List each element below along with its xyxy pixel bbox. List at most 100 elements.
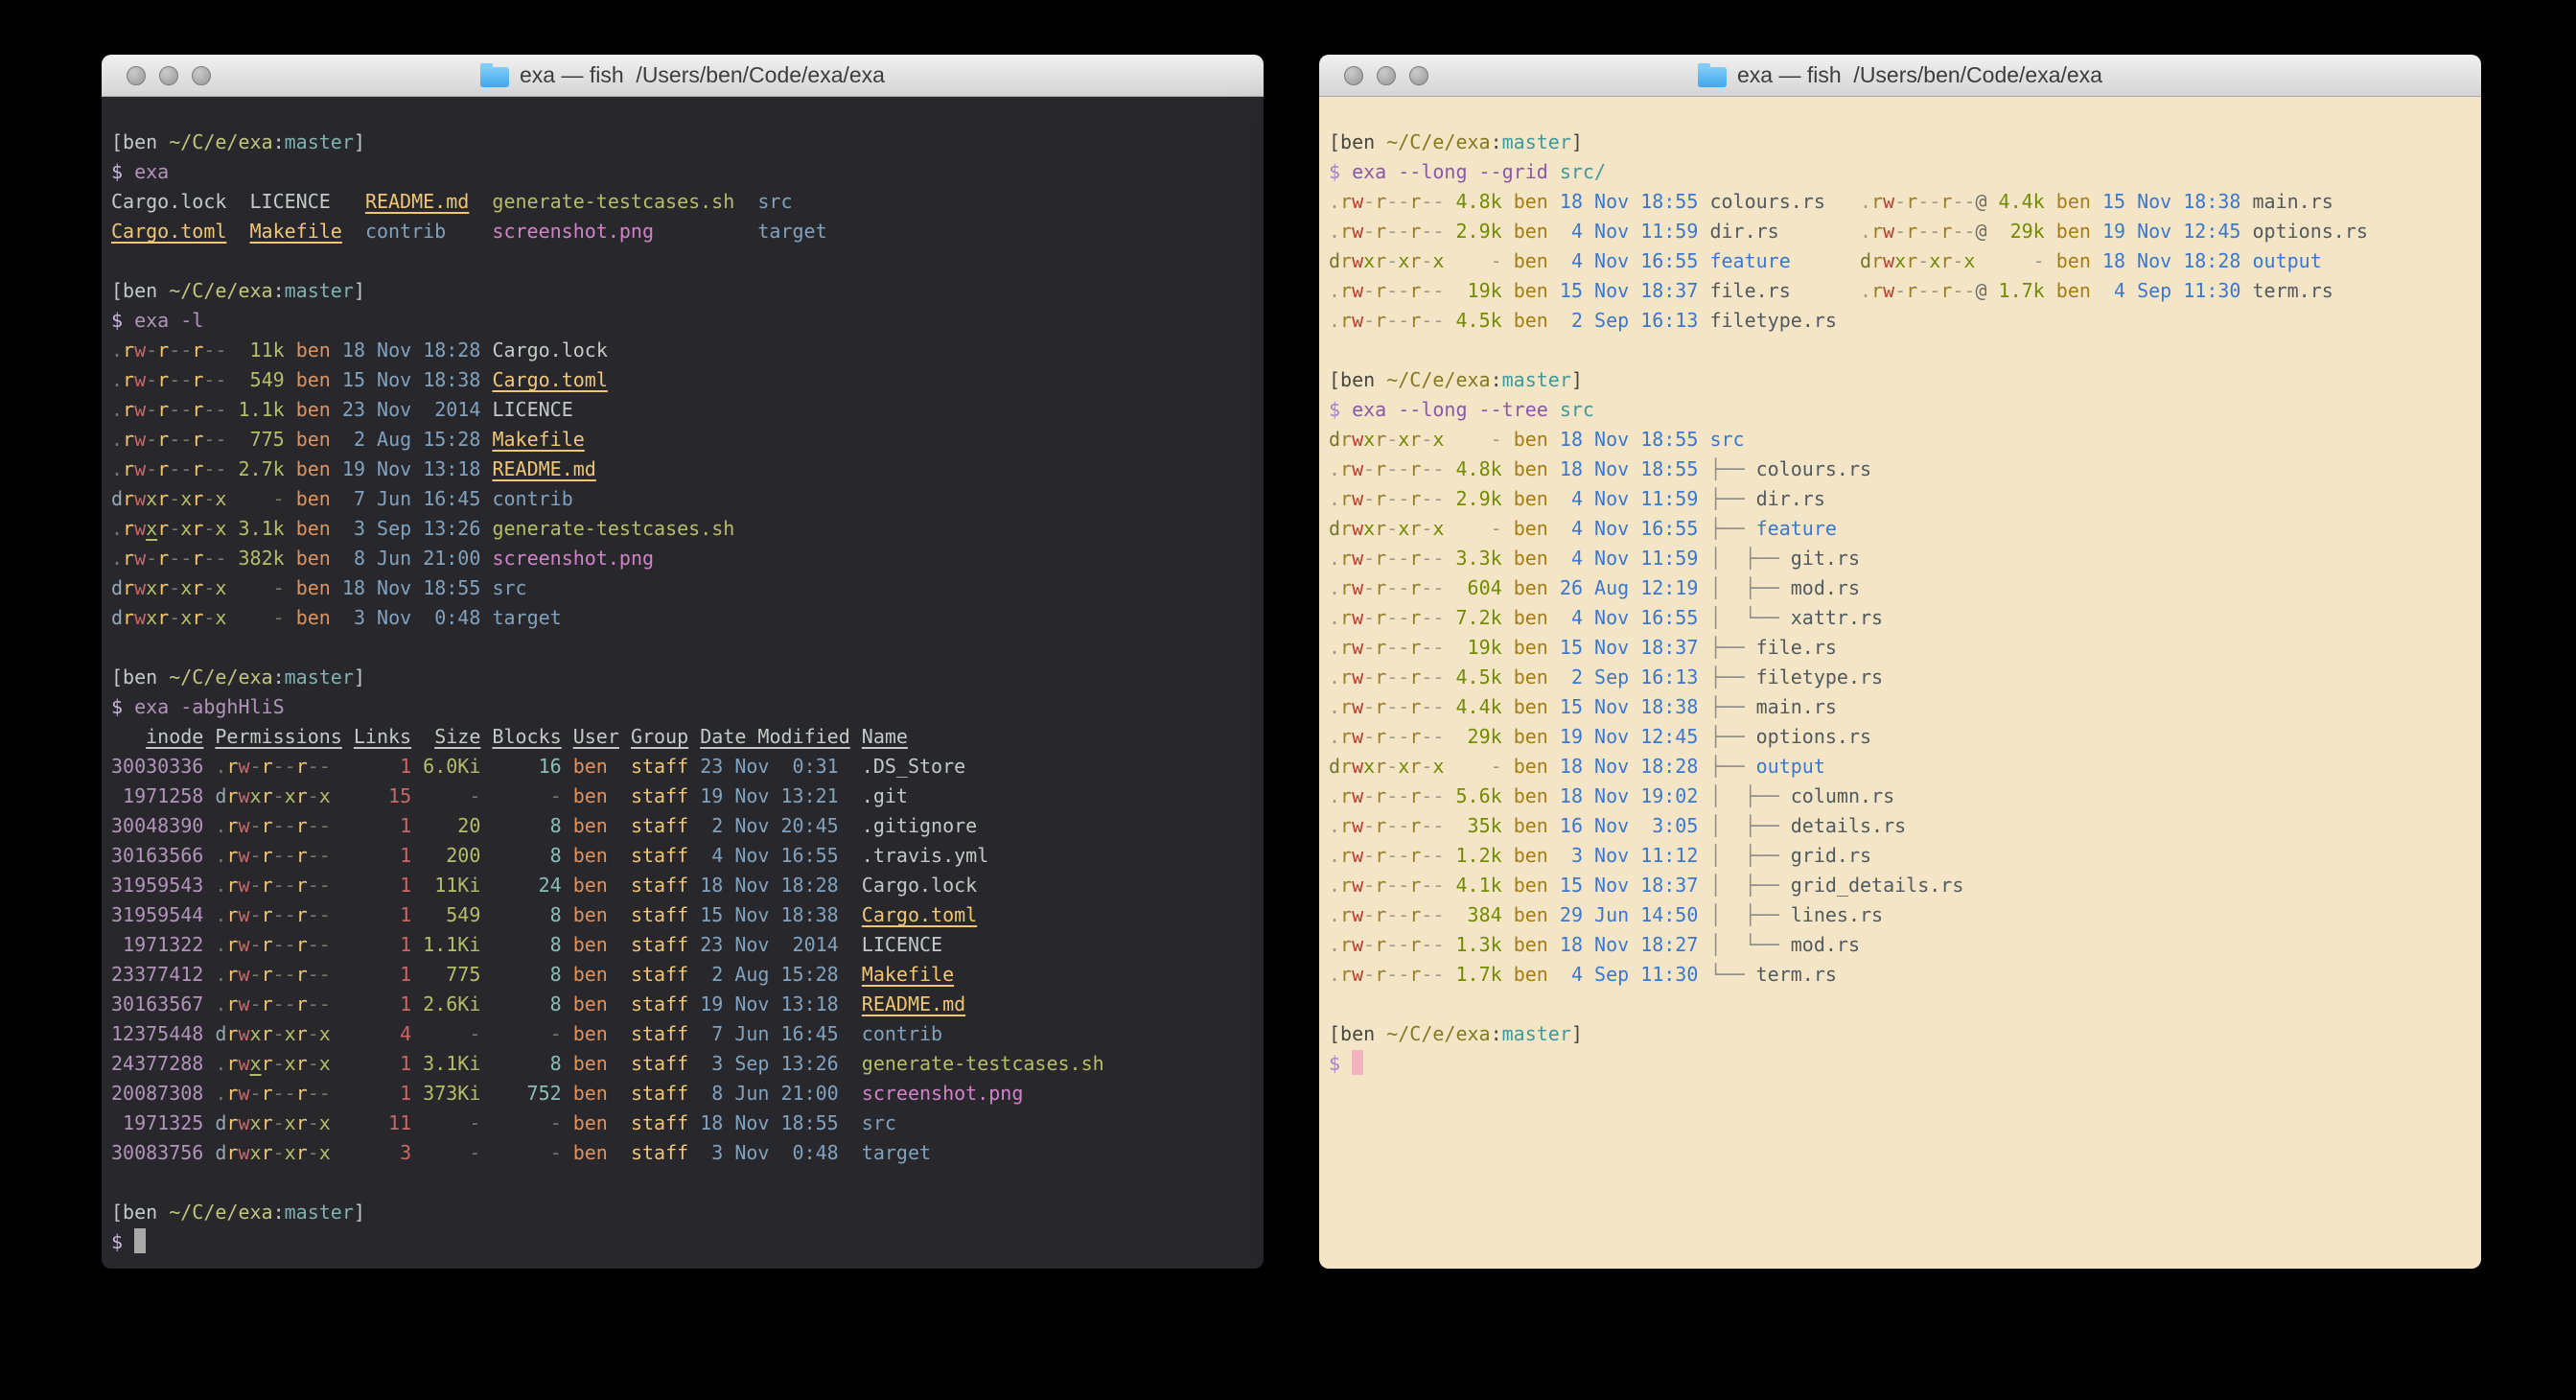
text-segment: -- — [308, 903, 331, 926]
text-segment: ben — [1502, 874, 1548, 897]
terminal-cursor — [134, 1228, 146, 1253]
text-segment: r — [1340, 576, 1352, 599]
text-segment: 1 — [331, 755, 411, 778]
text-segment: -- — [308, 814, 331, 837]
text-segment: ben — [1502, 903, 1548, 926]
text-segment: .gitignore — [839, 814, 978, 837]
text-segment: . — [1329, 636, 1340, 659]
text-segment: file.rs — [1709, 279, 1790, 302]
text-segment: r — [262, 1022, 273, 1045]
text-segment: r — [192, 368, 203, 391]
text-segment: 19 Nov 12:45 — [1548, 725, 1699, 748]
text-segment: 15 Nov 18:38 — [331, 368, 481, 391]
text-segment: w — [238, 1022, 249, 1045]
text-segment — [839, 1141, 862, 1164]
terminal-output[interactable]: [ben ~/C/e/exa:master]$ exa --long --gri… — [1319, 97, 2481, 1269]
text-segment: -- — [169, 398, 192, 421]
text-segment: ] — [354, 665, 365, 688]
text-segment: 26 Aug 12:19 — [1548, 576, 1699, 599]
terminal-line: .rw-r--r-- 1.1k ben 23 Nov 2014 LICENCE — [111, 395, 1254, 425]
text-segment: │ └── — [1709, 606, 1790, 629]
terminal-line: 24377288 .rwxr-xr-x 1 3.1Ki 8 ben staff … — [111, 1049, 1254, 1079]
terminal-line: .rw-r--r-- 19k ben 15 Nov 18:37 file.rs … — [1329, 276, 2472, 306]
text-segment: 1 — [331, 903, 411, 926]
text-segment: : — [273, 1201, 285, 1224]
text-segment: src — [1709, 428, 1744, 451]
text-segment: - — [146, 547, 157, 570]
text-segment: r — [296, 992, 308, 1015]
zoom-button[interactable] — [192, 66, 211, 85]
terminal-line: .rw-r--r-- 35k ben 16 Nov 3:05 │ ├── det… — [1329, 811, 2472, 841]
terminal-line — [111, 633, 1254, 663]
text-segment: Date Modified — [700, 725, 850, 748]
text-segment: w — [1352, 487, 1363, 510]
text-segment: generate-testcases.sh — [862, 1052, 1104, 1075]
text-segment: ben — [285, 606, 331, 629]
text-segment — [839, 1052, 862, 1075]
terminal-line: .rw-r--r-- 4.5k ben 2 Sep 16:13 filetype… — [1329, 306, 2472, 336]
text-segment: Group — [631, 725, 688, 748]
text-segment: target — [492, 606, 561, 629]
text-segment — [839, 963, 862, 986]
minimize-button[interactable] — [1377, 66, 1396, 85]
text-segment: r — [192, 428, 203, 451]
text-segment: [ben — [111, 130, 169, 153]
text-segment: options.rs — [2253, 220, 2368, 243]
text-segment — [331, 190, 365, 213]
text-segment: r — [296, 903, 308, 926]
text-segment: master — [285, 130, 354, 153]
text-segment: generate-testcases.sh — [492, 517, 734, 540]
text-segment: r — [1375, 249, 1386, 272]
window-titlebar[interactable]: exa — fish /Users/ben/Code/exa/exa — [102, 55, 1264, 97]
terminal-line: 30030336 .rw-r--r-- 1 6.0Ki 16 ben staff… — [111, 752, 1254, 782]
text-segment: 24 — [480, 874, 561, 897]
text-segment: r — [1340, 457, 1352, 480]
text-segment: ben — [562, 992, 608, 1015]
terminal-line — [1329, 990, 2472, 1019]
window-titlebar[interactable]: exa — fish /Users/ben/Code/exa/exa — [1319, 55, 2481, 97]
window-title: exa — fish /Users/ben/Code/exa/exa — [480, 62, 885, 88]
terminal-line: [ben ~/C/e/exa:master] — [111, 128, 1254, 157]
text-segment — [654, 220, 757, 243]
terminal-output[interactable]: [ben ~/C/e/exa:master]$ exaCargo.lock LI… — [102, 97, 1264, 1269]
text-segment: ~/C/e/exa — [169, 130, 272, 153]
text-segment: r — [123, 398, 134, 421]
text-segment: . — [1860, 190, 1871, 213]
text-segment: 18 Nov 19:02 — [1548, 784, 1699, 807]
text-segment: -- — [1386, 903, 1409, 926]
minimize-button[interactable] — [159, 66, 178, 85]
text-segment: w — [238, 903, 249, 926]
text-segment — [1698, 279, 1709, 302]
text-segment: -- — [1421, 725, 1444, 748]
text-segment: - — [203, 576, 215, 599]
text-segment: 3.3k — [1444, 547, 1501, 570]
text-segment: w — [1883, 279, 1894, 302]
text-segment: 8 — [480, 963, 561, 986]
text-segment: 7 Jun 16:45 — [331, 487, 481, 510]
text-segment: . — [1329, 606, 1340, 629]
text-segment: -- — [1421, 606, 1444, 629]
close-button[interactable] — [1344, 66, 1363, 85]
zoom-button[interactable] — [1409, 66, 1428, 85]
text-segment: . — [215, 963, 226, 986]
text-segment: -- — [203, 338, 226, 362]
text-segment: - — [1363, 487, 1375, 510]
text-segment: - — [146, 338, 157, 362]
text-segment: r — [262, 933, 273, 956]
text-segment: -- — [169, 368, 192, 391]
text-segment: w — [1352, 784, 1363, 807]
text-segment: 4 Nov 16:55 — [1548, 249, 1699, 272]
text-segment: ben — [562, 933, 608, 956]
text-segment: w — [1352, 695, 1363, 718]
text-segment: - — [308, 1022, 319, 1045]
close-button[interactable] — [127, 66, 146, 85]
text-segment: staff — [608, 1082, 688, 1105]
text-segment — [342, 220, 365, 243]
text-segment: - — [1386, 755, 1398, 778]
text-segment — [203, 1022, 215, 1045]
text-segment: ├── — [1709, 665, 1755, 688]
text-segment: ben — [285, 457, 331, 480]
text-segment: x — [250, 784, 262, 807]
text-segment — [1779, 220, 1860, 243]
text-segment: dir.rs — [1709, 220, 1778, 243]
